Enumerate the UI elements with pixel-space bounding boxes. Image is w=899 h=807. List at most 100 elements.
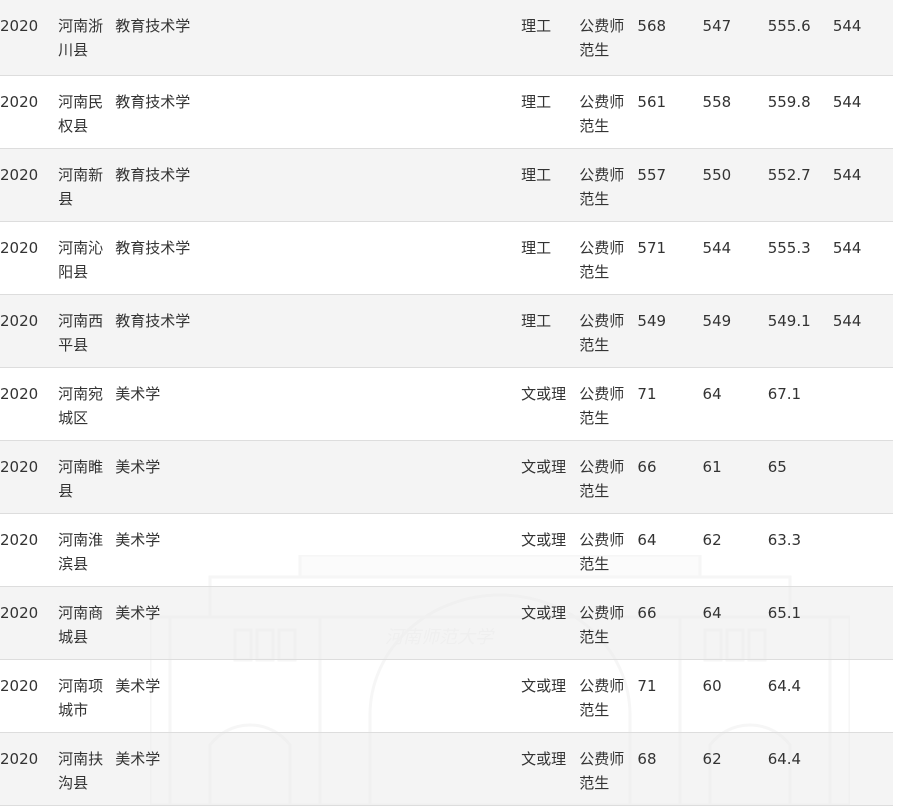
major-cell: 教育技术学 — [115, 92, 191, 111]
control-line-cell — [833, 586, 893, 659]
major-cell: 美术学 — [115, 384, 161, 403]
region-cell: 河南新县 — [58, 165, 104, 208]
avg-score-cell: 63.3 — [767, 530, 802, 549]
year-cell: 2020 — [0, 749, 39, 768]
region-cell: 河南睢县 — [58, 457, 104, 500]
avg-score-cell: 67.1 — [767, 384, 802, 403]
region-cell: 河南西平县 — [58, 311, 104, 354]
admission-type-cell: 公费师范生 — [579, 457, 625, 500]
table-row: 2020 河南睢县 美术学 文或理 公费师范生 66 61 65 — [0, 440, 893, 513]
region-cell: 河南浙川县 — [58, 17, 104, 59]
min-score-cell: 60 — [702, 676, 722, 695]
control-line-cell: 544 — [832, 92, 862, 111]
min-score-cell: 64 — [702, 384, 722, 403]
region-cell: 河南民权县 — [58, 92, 104, 135]
subject-category-cell: 理工 — [521, 165, 552, 184]
admission-type-cell: 公费师范生 — [579, 92, 625, 135]
admission-type-cell: 公费师范生 — [579, 311, 625, 354]
control-line-cell — [833, 440, 893, 513]
avg-score-cell: 549.1 — [767, 311, 811, 330]
table-row: 2020 河南新县 教育技术学 理工 公费师范生 557 550 552.7 544 — [0, 148, 893, 221]
year-cell: 2020 — [0, 17, 39, 35]
year-cell: 2020 — [0, 603, 39, 622]
table-body: 2020 河南浙川县 教育技术学 理工 公费师范生 568 547 555.6 544 2020 河… — [0, 0, 893, 805]
region-cell: 河南淮滨县 — [58, 530, 104, 573]
min-score-cell: 547 — [702, 17, 732, 35]
max-score-cell: 64 — [637, 530, 657, 549]
max-score-cell: 71 — [637, 676, 657, 695]
max-score-cell: 561 — [637, 92, 667, 111]
year-cell: 2020 — [0, 92, 39, 111]
control-line-cell — [833, 367, 893, 440]
avg-score-cell: 64.4 — [767, 676, 802, 695]
admission-type-cell: 公费师范生 — [579, 238, 625, 281]
year-cell: 2020 — [0, 384, 39, 403]
table-row: 2020 河南浙川县 教育技术学 理工 公费师范生 568 547 555.6 544 — [0, 0, 893, 75]
subject-category-cell: 文或理 — [521, 457, 567, 476]
region-cell: 河南扶沟县 — [58, 749, 104, 792]
avg-score-cell: 65 — [767, 457, 787, 476]
region-cell: 河南商城县 — [58, 603, 104, 646]
control-line-cell: 544 — [832, 17, 862, 35]
admission-type-cell: 公费师范生 — [579, 749, 625, 792]
subject-category-cell: 理工 — [521, 238, 552, 257]
admission-type-cell: 公费师范生 — [579, 603, 625, 646]
control-line-cell: 544 — [832, 238, 862, 257]
subject-category-cell: 文或理 — [521, 384, 567, 403]
avg-score-cell: 555.3 — [767, 238, 811, 257]
admission-type-cell: 公费师范生 — [579, 17, 625, 59]
max-score-cell: 66 — [637, 603, 657, 622]
min-score-cell: 62 — [702, 749, 722, 768]
major-cell: 美术学 — [115, 457, 161, 476]
major-cell: 教育技术学 — [115, 17, 191, 35]
max-score-cell: 66 — [637, 457, 657, 476]
admission-type-cell: 公费师范生 — [579, 384, 625, 427]
admission-scores-table: 2020 河南浙川县 教育技术学 理工 公费师范生 568 547 555.6 544 2020 河… — [0, 0, 893, 806]
subject-category-cell: 文或理 — [521, 603, 567, 622]
subject-category-cell: 理工 — [521, 311, 552, 330]
control-line-cell: 544 — [832, 311, 862, 330]
table-row: 2020 河南宛城区 美术学 文或理 公费师范生 71 64 67.1 — [0, 367, 893, 440]
min-score-cell: 61 — [702, 457, 722, 476]
table-row: 2020 河南淮滨县 美术学 文或理 公费师范生 64 62 63.3 — [0, 513, 893, 586]
table-row: 2020 河南扶沟县 美术学 文或理 公费师范生 68 62 64.4 — [0, 732, 893, 805]
max-score-cell: 568 — [637, 17, 667, 35]
major-cell: 教育技术学 — [115, 165, 191, 184]
table-row: 2020 河南沁阳县 教育技术学 理工 公费师范生 571 544 555.3 544 — [0, 221, 893, 294]
subject-category-cell: 文或理 — [521, 749, 567, 768]
region-cell: 河南沁阳县 — [58, 238, 104, 281]
year-cell: 2020 — [0, 311, 39, 330]
major-cell: 美术学 — [115, 530, 161, 549]
admission-type-cell: 公费师范生 — [579, 676, 625, 719]
avg-score-cell: 64.4 — [767, 749, 802, 768]
year-cell: 2020 — [0, 238, 39, 257]
max-score-cell: 557 — [637, 165, 667, 184]
avg-score-cell: 552.7 — [767, 165, 811, 184]
avg-score-cell: 555.6 — [767, 17, 811, 35]
control-line-cell — [833, 732, 893, 805]
region-cell: 河南项城市 — [58, 676, 104, 719]
major-cell: 美术学 — [115, 749, 161, 768]
year-cell: 2020 — [0, 530, 39, 549]
control-line-cell: 544 — [832, 165, 862, 184]
min-score-cell: 64 — [702, 603, 722, 622]
major-cell: 美术学 — [115, 676, 161, 695]
year-cell: 2020 — [0, 676, 39, 695]
admission-type-cell: 公费师范生 — [579, 165, 625, 208]
max-score-cell: 549 — [637, 311, 667, 330]
min-score-cell: 62 — [702, 530, 722, 549]
subject-category-cell: 理工 — [521, 92, 552, 111]
year-cell: 2020 — [0, 457, 39, 476]
subject-category-cell: 文或理 — [521, 530, 567, 549]
control-line-cell — [833, 659, 893, 732]
major-cell: 教育技术学 — [115, 311, 191, 330]
table-row: 2020 河南项城市 美术学 文或理 公费师范生 71 60 64.4 — [0, 659, 893, 732]
table-row: 2020 河南民权县 教育技术学 理工 公费师范生 561 558 559.8 544 — [0, 75, 893, 148]
major-cell: 美术学 — [115, 603, 161, 622]
table-row: 2020 河南商城县 美术学 文或理 公费师范生 66 64 65.1 — [0, 586, 893, 659]
year-cell: 2020 — [0, 165, 39, 184]
region-cell: 河南宛城区 — [58, 384, 104, 427]
subject-category-cell: 文或理 — [521, 676, 567, 695]
control-line-cell — [833, 513, 893, 586]
min-score-cell: 558 — [702, 92, 732, 111]
